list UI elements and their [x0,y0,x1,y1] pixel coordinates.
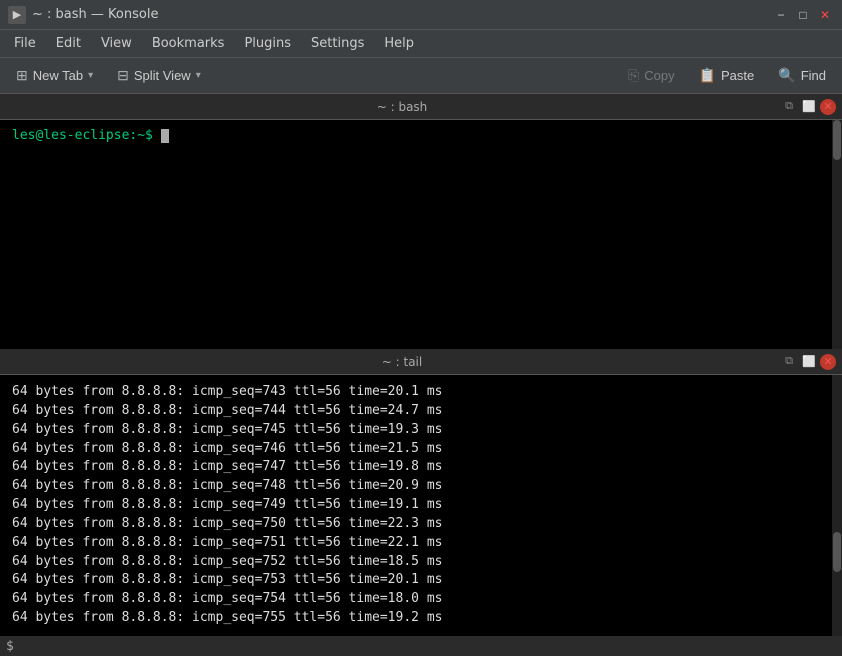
ping-line: 64 bytes from 8.8.8.8: icmp_seq=750 ttl=… [12,515,830,534]
top-scrollbar-thumb[interactable] [833,120,841,160]
menu-bar: File Edit View Bookmarks Plugins Setting… [0,30,842,58]
menu-settings[interactable]: Settings [301,32,374,55]
ping-line: 64 bytes from 8.8.8.8: icmp_seq=753 ttl=… [12,571,830,590]
prompt-user: les@les-eclipse:~$ [12,128,153,143]
toolbar: ⊞ New Tab ▾ ⊟ Split View ▾ ⎘ Copy 📋 Past… [0,58,842,94]
top-terminal-panel: ~ : bash ⧉ ⬜ ✕ les@les-eclipse:~$ [0,94,842,349]
ping-line: 64 bytes from 8.8.8.8: icmp_seq=752 ttl=… [12,553,830,572]
minimize-button[interactable]: − [772,6,790,24]
app-icon: ▶ [8,6,26,24]
cursor [161,129,169,143]
split-view-label: Split View [134,68,191,83]
ping-line: 64 bytes from 8.8.8.8: icmp_seq=751 ttl=… [12,534,830,553]
top-maximize-button[interactable]: ⬜ [800,98,818,116]
ping-line: 64 bytes from 8.8.8.8: icmp_seq=747 ttl=… [12,458,830,477]
top-tab-controls: ⧉ ⬜ ✕ [780,98,836,116]
split-view: ~ : bash ⧉ ⬜ ✕ les@les-eclipse:~$ ~ : ta… [0,94,842,656]
ping-line: 64 bytes from 8.8.8.8: icmp_seq=755 ttl=… [12,609,830,628]
new-tab-label: New Tab [33,68,83,83]
window-title: ~ : bash — Konsole [32,7,158,22]
bottom-restore-button[interactable]: ⧉ [780,353,798,371]
ping-line: 64 bytes from 8.8.8.8: icmp_seq=744 ttl=… [12,402,830,421]
paste-label: Paste [721,68,754,83]
top-tab-title: ~ : bash [24,100,780,114]
maximize-button[interactable]: □ [794,6,812,24]
split-view-icon: ⊟ [117,67,129,84]
find-button[interactable]: 🔍 Find [768,63,836,88]
paste-button[interactable]: 📋 Paste [689,63,765,88]
ping-line: 64 bytes from 8.8.8.8: icmp_seq=743 ttl=… [12,383,830,402]
top-restore-button[interactable]: ⧉ [780,98,798,116]
split-view-button[interactable]: ⊟ Split View ▾ [107,63,211,88]
menu-file[interactable]: File [4,32,46,55]
bottom-terminal-panel: ~ : tail ⧉ ⬜ ✕ 64 bytes from 8.8.8.8: ic… [0,349,842,656]
ping-line: 64 bytes from 8.8.8.8: icmp_seq=754 ttl=… [12,590,830,609]
bottom-tab-controls: ⧉ ⬜ ✕ [780,353,836,371]
close-button[interactable]: ✕ [816,6,834,24]
top-tab-header: ~ : bash ⧉ ⬜ ✕ [0,94,842,120]
ping-output: 64 bytes from 8.8.8.8: icmp_seq=743 ttl=… [6,379,836,632]
ping-line: 64 bytes from 8.8.8.8: icmp_seq=745 ttl=… [12,421,830,440]
window-controls: − □ ✕ [772,6,834,24]
new-tab-button[interactable]: ⊞ New Tab ▾ [6,63,103,88]
top-close-button[interactable]: ✕ [820,99,836,115]
ping-line: 64 bytes from 8.8.8.8: icmp_seq=749 ttl=… [12,496,830,515]
top-scrollbar[interactable] [832,120,842,349]
new-tab-icon: ⊞ [16,67,28,84]
menu-help[interactable]: Help [374,32,424,55]
bottom-maximize-button[interactable]: ⬜ [800,353,818,371]
top-terminal-content[interactable]: les@les-eclipse:~$ [0,120,842,349]
bottom-tab-header: ~ : tail ⧉ ⬜ ✕ [0,349,842,375]
copy-label: Copy [644,68,674,83]
ping-line: 64 bytes from 8.8.8.8: icmp_seq=746 ttl=… [12,440,830,459]
new-tab-dropdown-icon[interactable]: ▾ [88,70,93,81]
bottom-terminal-content[interactable]: 64 bytes from 8.8.8.8: icmp_seq=743 ttl=… [0,375,842,636]
bottom-scrollbar-thumb[interactable] [833,532,841,572]
menu-bookmarks[interactable]: Bookmarks [142,32,235,55]
split-view-dropdown-icon[interactable]: ▾ [196,70,201,81]
find-label: Find [801,68,826,83]
title-bar-left: ▶ ~ : bash — Konsole [8,6,158,24]
prompt-space [153,128,161,143]
menu-plugins[interactable]: Plugins [234,32,301,55]
menu-edit[interactable]: Edit [46,32,91,55]
copy-icon: ⎘ [628,67,639,84]
menu-view[interactable]: View [91,32,142,55]
bottom-prompt-line: $ [0,636,842,656]
title-bar: ▶ ~ : bash — Konsole − □ ✕ [0,0,842,30]
bottom-close-button[interactable]: ✕ [820,354,836,370]
ping-line: 64 bytes from 8.8.8.8: icmp_seq=748 ttl=… [12,477,830,496]
copy-button[interactable]: ⎘ Copy [618,63,685,88]
bottom-tab-title: ~ : tail [24,355,780,369]
bottom-cursor: $ [6,639,14,654]
find-icon: 🔍 [778,67,795,84]
top-terminal-output: les@les-eclipse:~$ [6,124,836,147]
bottom-scrollbar[interactable] [832,375,842,636]
paste-icon: 📋 [699,67,716,84]
